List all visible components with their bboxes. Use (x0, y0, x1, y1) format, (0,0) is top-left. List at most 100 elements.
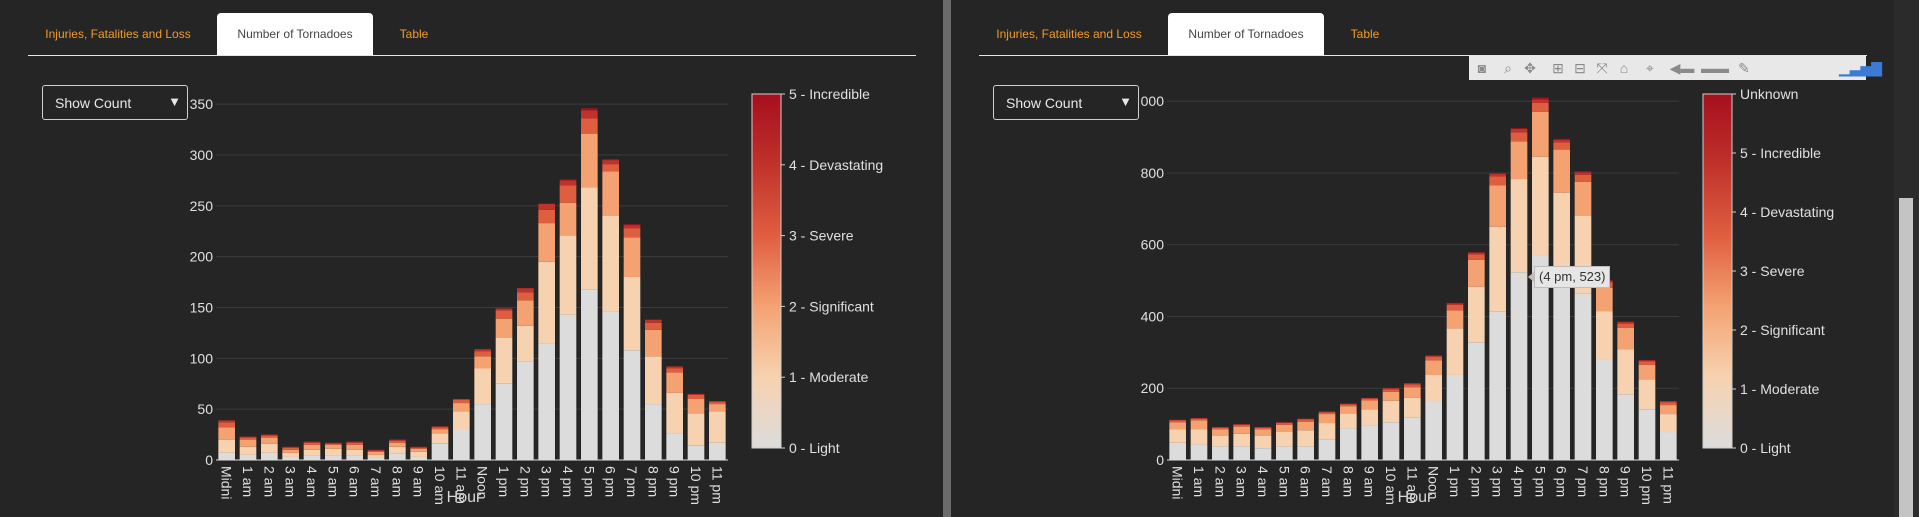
bar-segment (1446, 310, 1464, 329)
tornado-count-chart-left[interactable]: 0 50 100 150 200 250 300 350 Midni 1 am 2 am 3 am 4 … (0, 0, 943, 517)
colorbar-tick-label: Unknown (1740, 86, 1798, 102)
plotly-logo-icon[interactable]: ▁▃▅▇ (1839, 59, 1882, 77)
bar-segment (538, 261, 555, 344)
bar-segment (538, 223, 555, 262)
dropdown-selected-value: Show Count (1006, 95, 1083, 111)
zoom-out-icon[interactable]: ⊟ (1571, 59, 1589, 77)
bar-segment (517, 288, 534, 293)
bar-segment (1340, 403, 1357, 405)
bar-segment (410, 447, 427, 449)
spike-lines-icon[interactable]: ⌖ (1641, 59, 1659, 77)
bar-segment (602, 311, 619, 460)
bar-segment (581, 118, 598, 134)
colorbar-tick-label: 4 - Devastating (789, 157, 883, 173)
y-tick-label: 200 (1141, 380, 1165, 396)
bar-segment (1617, 327, 1634, 350)
autoscale-icon[interactable]: ⤧ (1593, 59, 1611, 77)
hover-compare-icon[interactable]: ▬▬ (1701, 59, 1729, 77)
bar-segment (602, 164, 619, 172)
y-tick-label: 200 (190, 249, 214, 265)
show-count-dropdown[interactable]: Show Count ▼ (993, 85, 1139, 120)
edit-icon[interactable]: ✎ (1735, 59, 1753, 77)
bar-segment (645, 404, 662, 460)
home-icon[interactable]: ⌂ (1615, 59, 1633, 77)
bar-segment (1660, 432, 1677, 460)
bar-segment (1318, 414, 1336, 424)
bar-segment (1297, 421, 1314, 431)
bar-segment (431, 443, 449, 460)
bar-segment (495, 383, 513, 460)
x-tick-label: 4 pm (1511, 466, 1527, 497)
panel-divider[interactable] (943, 0, 951, 517)
bar-segment (389, 453, 406, 460)
bar-segment (1638, 409, 1656, 460)
bar-segment (1510, 141, 1528, 180)
bar-segment (367, 450, 385, 452)
bar-segment (1425, 374, 1442, 402)
pan-icon[interactable]: ✥ (1521, 59, 1539, 77)
bar-segment (1382, 391, 1400, 401)
bar-segment (282, 447, 299, 450)
y-tick-label: 0 (205, 452, 213, 468)
bar-segment (1574, 174, 1592, 182)
bar-segment (325, 442, 342, 444)
bar-segment (303, 449, 321, 456)
y-tick-label: 800 (1141, 165, 1165, 181)
bar-segment (666, 366, 683, 369)
bar-segment (1574, 181, 1592, 216)
bar-segment (623, 228, 641, 238)
y-tick-label: 350 (190, 96, 214, 112)
x-tick-label: 1 am (1191, 466, 1207, 497)
bar-segment (1468, 252, 1485, 255)
colorbar-tick-label: 2 - Significant (789, 298, 874, 314)
bar-segment (602, 171, 619, 216)
bar-segment (1638, 379, 1656, 410)
bar-segment (581, 108, 598, 111)
bar-segment (623, 350, 641, 460)
bar-segment (218, 420, 235, 423)
bar-segment (389, 442, 406, 447)
bar-segment (1510, 128, 1528, 129)
zoom-in-icon[interactable]: ⊞ (1549, 59, 1567, 77)
bar-segment (239, 454, 257, 460)
bar-segment (239, 446, 257, 455)
bar-segment (1446, 303, 1464, 305)
bar-segment (709, 402, 726, 405)
bar-segment (1489, 185, 1506, 227)
x-tick-label: 1 am (240, 466, 256, 497)
bar-segment (559, 202, 577, 236)
bar-segment (474, 404, 491, 460)
bar-segment (1340, 404, 1357, 407)
bar-segment (1446, 304, 1464, 311)
left-panel: Injuries, Fatalities and Loss Number of … (0, 0, 943, 517)
bar-segment (1382, 388, 1400, 390)
bar-segment (1340, 406, 1357, 414)
scrollbar-thumb[interactable] (1899, 198, 1913, 517)
x-tick-label: Midni (1170, 466, 1186, 499)
show-count-dropdown[interactable]: Show Count ▼ (42, 85, 188, 120)
bar-segment (1233, 446, 1250, 460)
colorbar-tick-label: 2 - Significant (1740, 322, 1825, 338)
y-tick-label: 400 (1141, 308, 1165, 324)
x-tick-label: 5 am (325, 466, 341, 497)
bar-segment (1382, 389, 1400, 392)
bar-segment (282, 449, 299, 453)
bar-segment (410, 448, 427, 452)
bar-segment (261, 437, 278, 444)
colorbar (751, 93, 782, 449)
bar-segment (559, 314, 577, 460)
bar-segment (1489, 226, 1506, 312)
bar-segment (239, 439, 257, 447)
zoom-icon[interactable]: ⌕ (1499, 59, 1517, 77)
x-tick-label: 7 pm (624, 466, 640, 497)
bar-segment (1276, 446, 1293, 460)
hover-closest-icon[interactable]: ◀▬ (1669, 59, 1695, 77)
bar-segment (431, 429, 449, 434)
bar-segment (1212, 427, 1229, 430)
x-tick-label: 3 am (1234, 466, 1250, 497)
camera-icon[interactable]: ◙ (1473, 59, 1491, 77)
bar-segment (1660, 402, 1677, 406)
bar-segment (303, 441, 321, 443)
bar-segment (1254, 448, 1272, 460)
x-axis-title: Hour (1398, 489, 1433, 506)
